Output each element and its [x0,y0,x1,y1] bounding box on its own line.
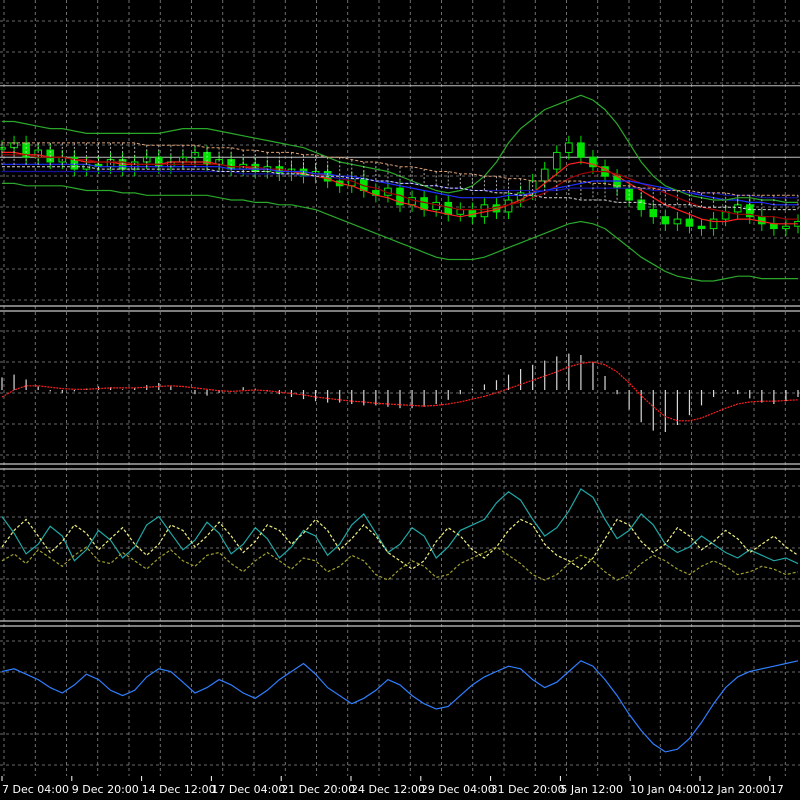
candle-body [782,225,790,230]
chart-canvas: 7 Dec 04:00 9 Dec 20:00 14 Dec 12:0017 Dec… [0,0,800,796]
x-tick-label: 5 Jan 12:00 [560,783,623,796]
x-tick-label: 17 Dec 04:00 [211,783,285,796]
candle-body [758,216,766,225]
price-panel [0,85,800,282]
candle-body [685,218,694,227]
x-tick-label: 24 Dec 12:00 [351,783,425,796]
candle-body [565,142,573,153]
candle-body [468,209,477,218]
candle-body [721,211,730,220]
stochastic-panel [1,488,799,581]
x-tick-label: 21 Dec 20:00 [281,783,355,796]
candle-body [697,225,706,230]
candle-body [0,147,6,150]
candle-body [456,209,465,215]
oscillator-series-line [1,660,799,753]
candle-body [577,142,585,158]
x-tick-label: 12 Jan 20:00 [700,783,770,796]
candle-body [661,216,670,225]
oscillator-panel [1,660,799,753]
candle-body [444,201,453,215]
candle-body [673,218,682,225]
x-tick-label: 14 Dec 12:00 [142,783,216,796]
stochastic-series-line [1,488,799,565]
candle-body [733,204,742,213]
candle-body [432,201,440,211]
candle-body [540,168,549,182]
x-tick-label: 31 Dec 20:00 [491,783,565,796]
x-tick-label: 29 Dec 04:00 [421,783,495,796]
candle-body [649,209,658,218]
x-tick-label: 17 [770,783,784,796]
x-tick-label: 9 Dec 20:00 [72,783,139,796]
x-tick-label: 7 Dec 04:00 [2,783,69,796]
candle-body [480,204,489,218]
candle-body [552,151,561,170]
x-axis: 7 Dec 04:00 9 Dec 20:00 14 Dec 12:0017 Dec… [1,776,784,796]
candle-body [770,223,778,230]
candle-body [420,197,428,211]
x-tick-label: 10 Jan 04:00 [630,783,700,796]
panel-separators [0,305,800,627]
